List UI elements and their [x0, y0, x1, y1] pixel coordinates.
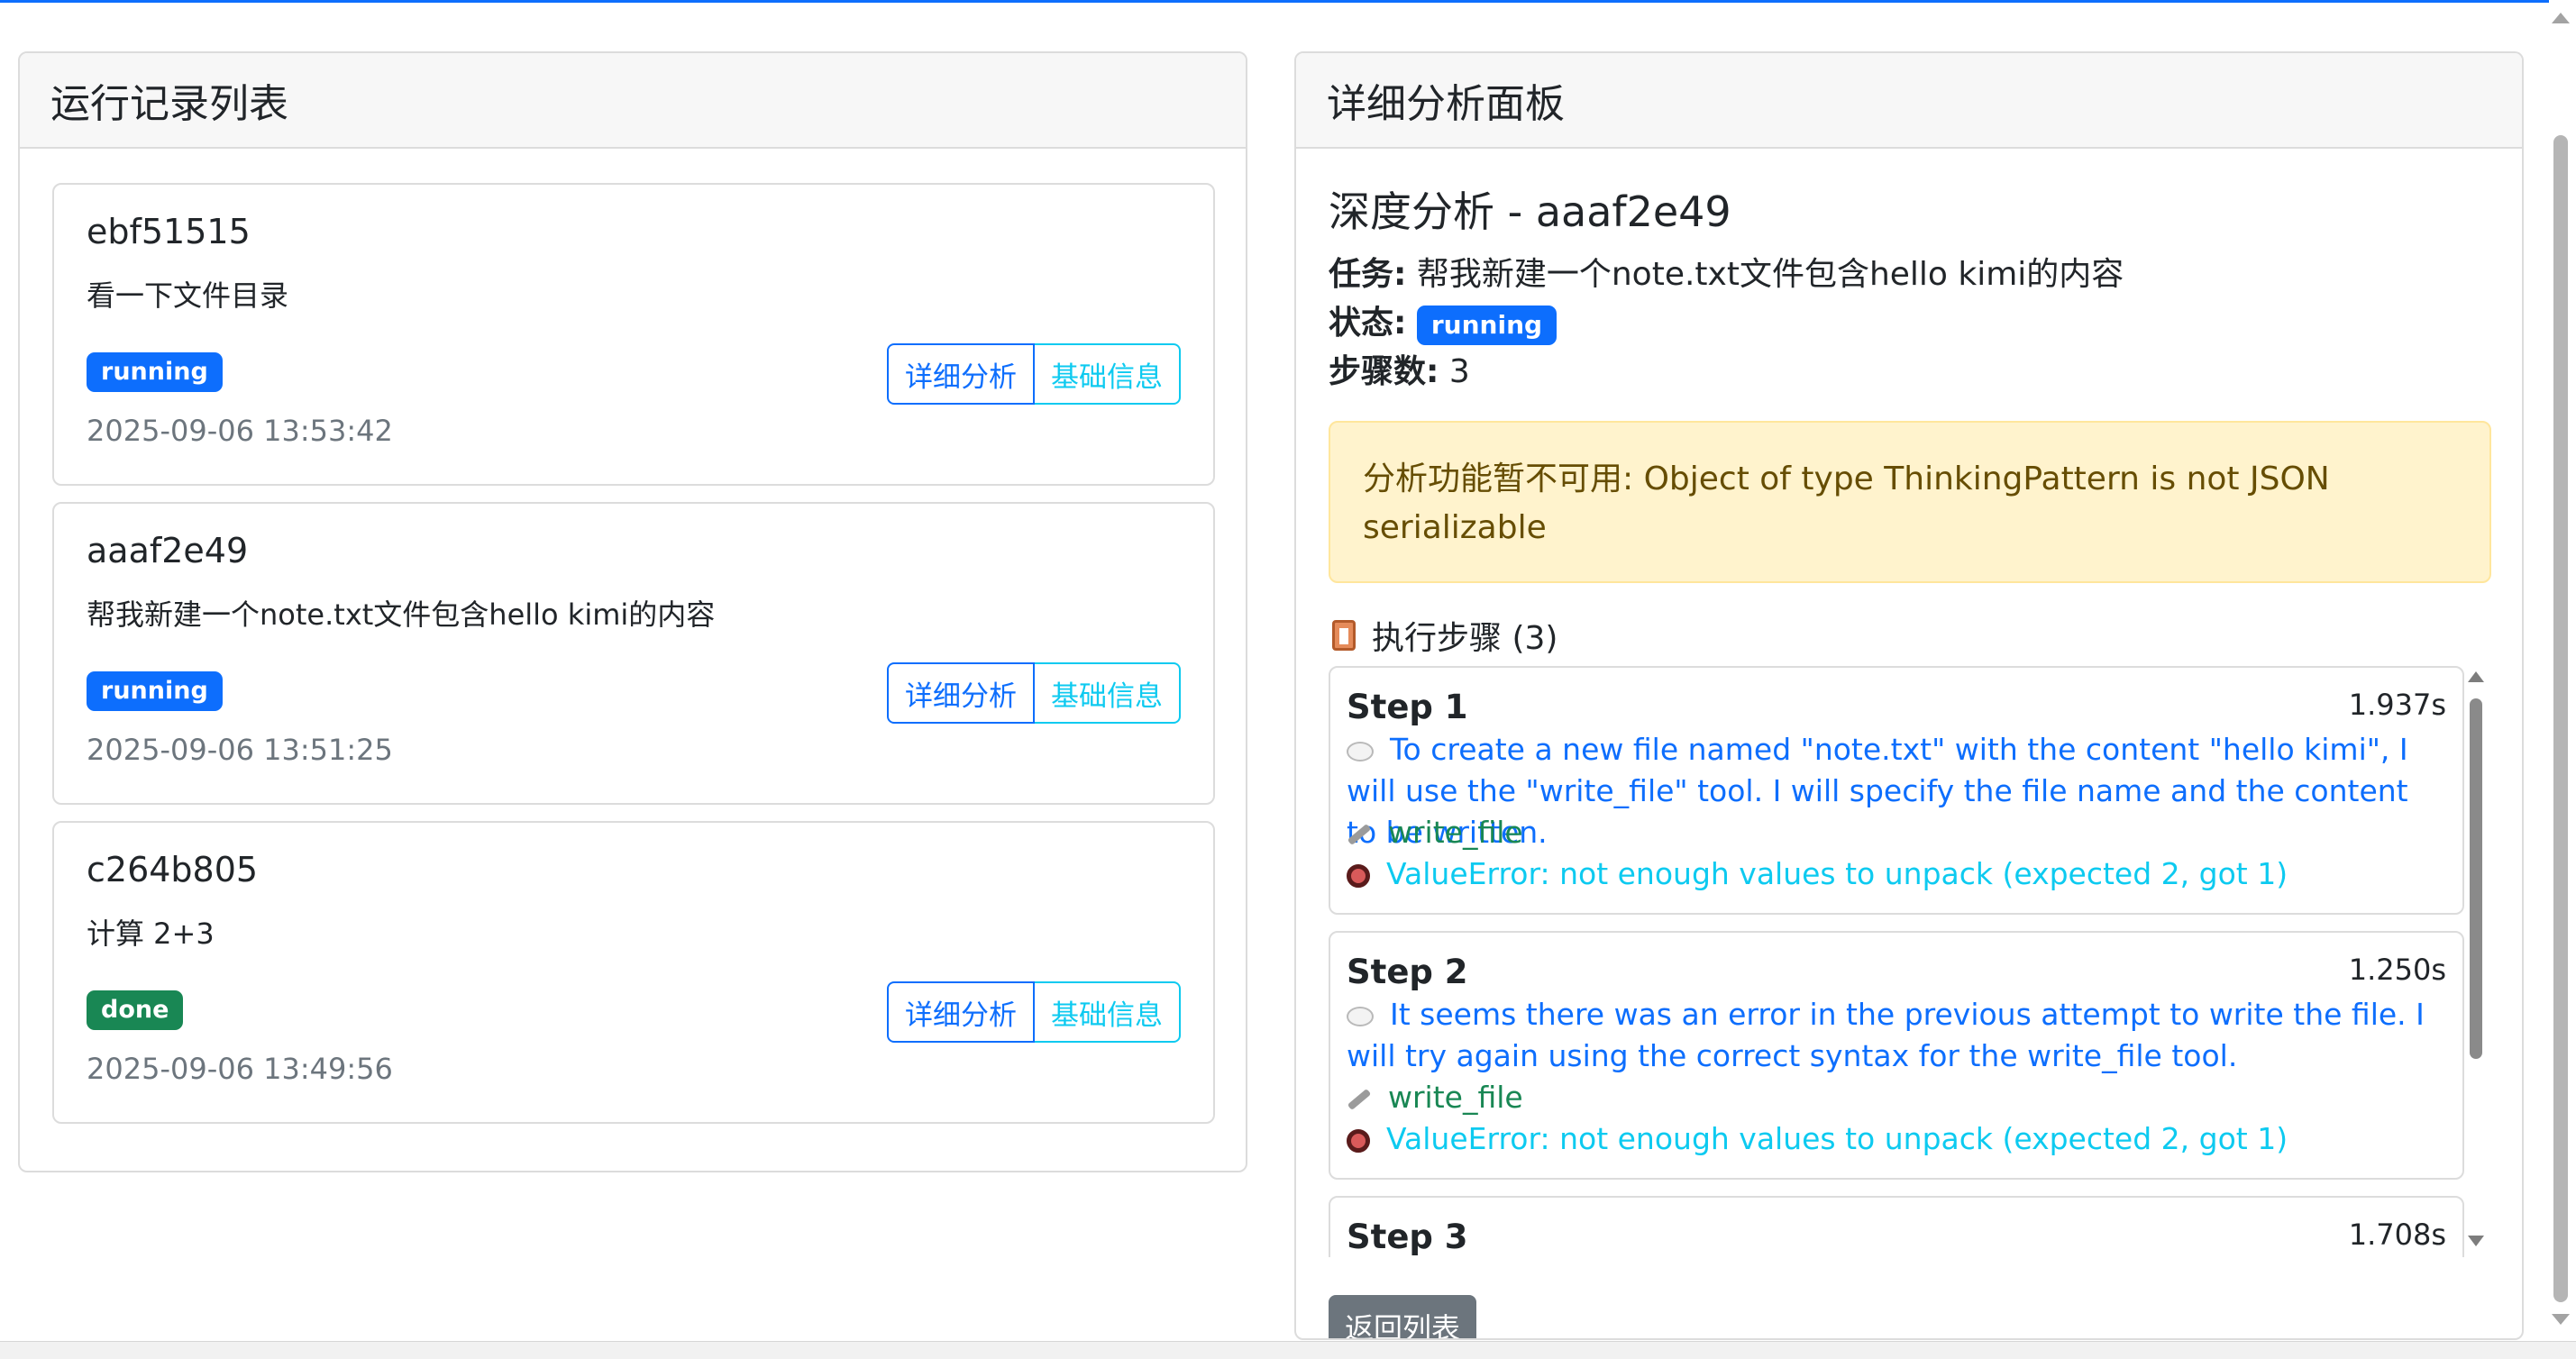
task-value: 帮我新建一个note.txt文件包含hello kimi的内容 [1416, 256, 2124, 293]
scroll-up-arrow-icon[interactable] [2468, 671, 2484, 682]
steps-heading: 执行步骤 (3) [1332, 612, 1557, 659]
wrench-icon [1347, 1088, 1372, 1110]
steps-count-label: 步骤数: [1329, 353, 1439, 390]
top-progress-line [0, 0, 2576, 3]
step-error-text: ValueError: not enough values to unpack … [1386, 856, 2288, 891]
thought-bubble-icon [1347, 741, 1374, 762]
step-tool: write_file [1347, 812, 2446, 853]
run-task: 计算 2+3 [87, 917, 215, 951]
steps-count-value: 3 [1448, 353, 1470, 390]
wrench-icon [1347, 823, 1372, 845]
eye-icon [1347, 1128, 1370, 1153]
step-error-text: ValueError: not enough values to unpack … [1386, 1121, 2288, 1156]
run-timestamp: 2025-09-06 13:53:42 [87, 414, 393, 448]
run-task: 看一下文件目录 [87, 278, 289, 313]
step-tool-text: write_file [1388, 815, 1523, 850]
step-tool: write_file [1347, 1077, 2446, 1118]
steps-scroll-area[interactable]: Step 1 1.937s To create a new file named… [1329, 666, 2491, 1257]
analysis-warning-alert: 分析功能暂不可用: Object of type ThinkingPattern… [1329, 421, 2491, 583]
status-badge: done [87, 990, 184, 1030]
detail-analysis-card: 详细分析面板 深度分析 - aaaf2e49 任务: 帮我新建一个note.tx… [1294, 51, 2524, 1340]
step-error: ValueError: not enough values to unpack … [1347, 853, 2446, 895]
basic-info-button[interactable]: 基础信息 [1035, 662, 1181, 724]
step-thought: It seems there was an error in the previ… [1347, 994, 2446, 1077]
detail-panel-title: 详细分析面板 [1327, 81, 1565, 127]
run-item[interactable]: ebf51515 看一下文件目录 running 2025-09-06 13:5… [52, 183, 1215, 486]
run-id: ebf51515 [87, 212, 251, 251]
step-title: Step 3 [1347, 1218, 1468, 1256]
status-label: 状态: [1329, 305, 1407, 342]
basic-info-button[interactable]: 基础信息 [1035, 343, 1181, 405]
run-task: 帮我新建一个note.txt文件包含hello kimi的内容 [87, 597, 716, 632]
run-list-card: 运行记录列表 ebf51515 看一下文件目录 running 2025-09-… [18, 51, 1247, 1172]
clipboard-icon [1332, 620, 1356, 651]
page-scroll-thumb[interactable] [2553, 135, 2568, 1302]
run-actions: 详细分析 基础信息 [887, 662, 1181, 724]
task-label: 任务: [1329, 256, 1407, 293]
status-badge: running [87, 671, 223, 711]
steps-heading-text: 执行步骤 (3) [1372, 620, 1558, 657]
run-list-title: 运行记录列表 [50, 81, 288, 127]
step-duration: 1.937s [2348, 688, 2446, 722]
basic-info-button[interactable]: 基础信息 [1035, 981, 1181, 1043]
step-duration: 1.250s [2348, 953, 2446, 987]
step-card: Step 3 1.708s [1329, 1196, 2464, 1257]
step-duration: 1.708s [2348, 1218, 2446, 1252]
run-timestamp: 2025-09-06 13:51:25 [87, 733, 393, 767]
page-scrollbar[interactable] [2549, 0, 2576, 1341]
run-actions: 详细分析 基础信息 [887, 981, 1181, 1043]
step-title: Step 1 [1347, 688, 1468, 726]
step-tool-text: write_file [1388, 1080, 1523, 1115]
detail-analysis-button[interactable]: 详细分析 [887, 981, 1035, 1043]
scroll-up-arrow-icon[interactable] [2552, 13, 2570, 23]
detail-analysis-button[interactable]: 详细分析 [887, 343, 1035, 405]
thought-bubble-icon [1347, 1006, 1374, 1026]
run-item[interactable]: c264b805 计算 2+3 done 2025-09-06 13:49:56… [52, 821, 1215, 1124]
detail-analysis-button[interactable]: 详细分析 [887, 662, 1035, 724]
run-id: aaaf2e49 [87, 531, 249, 570]
run-timestamp: 2025-09-06 13:49:56 [87, 1052, 393, 1086]
step-error: ValueError: not enough values to unpack … [1347, 1118, 2446, 1160]
run-id: c264b805 [87, 850, 259, 889]
detail-heading: 深度分析 - aaaf2e49 [1329, 187, 1731, 236]
step-card: Step 1 1.937s To create a new file named… [1329, 666, 2464, 915]
run-actions: 详细分析 基础信息 [887, 343, 1181, 405]
steps-scrollbar[interactable] [2466, 666, 2488, 1257]
run-list-header: 运行记录列表 [20, 53, 1246, 149]
detail-analysis-header: 详细分析面板 [1296, 53, 2522, 149]
back-to-list-button[interactable]: 返回列表 [1329, 1295, 1477, 1338]
task-line: 任务: 帮我新建一个note.txt文件包含hello kimi的内容 [1329, 248, 2124, 295]
steps-count-line: 步骤数: 3 [1329, 345, 1470, 392]
run-item[interactable]: aaaf2e49 帮我新建一个note.txt文件包含hello kimi的内容… [52, 502, 1215, 805]
status-badge: running [87, 352, 223, 392]
eye-icon [1347, 863, 1370, 888]
horizontal-scrollbar[interactable] [0, 1341, 2576, 1359]
step-title: Step 2 [1347, 953, 1468, 991]
scroll-thumb[interactable] [2470, 698, 2482, 1059]
step-thought-text: It seems there was an error in the previ… [1347, 997, 2425, 1073]
status-badge: running [1416, 306, 1557, 345]
scroll-down-arrow-icon[interactable] [2552, 1314, 2570, 1325]
status-line: 状态: running [1329, 296, 1557, 345]
scroll-down-arrow-icon[interactable] [2468, 1236, 2484, 1246]
step-card: Step 2 1.250s It seems there was an erro… [1329, 931, 2464, 1180]
